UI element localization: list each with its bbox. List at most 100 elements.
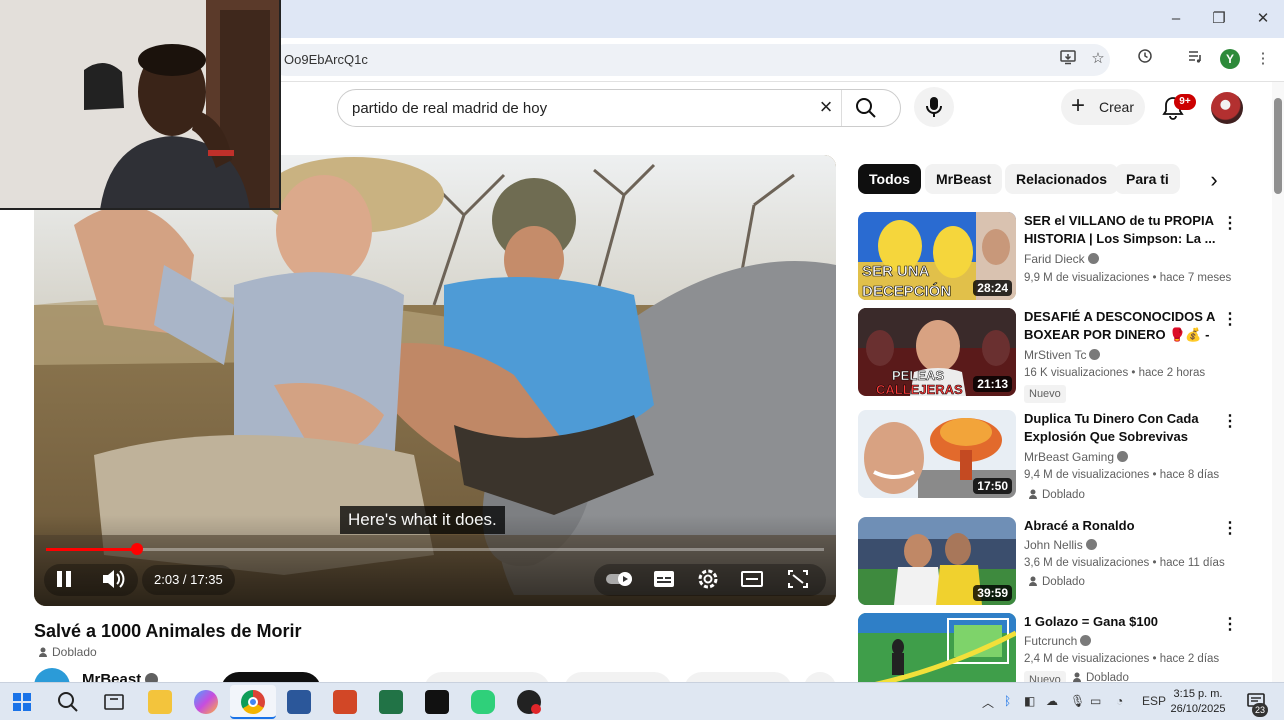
video-thumbnail[interactable]: 39:59: [858, 517, 1016, 605]
progress-bar[interactable]: [46, 543, 824, 555]
more-options-icon[interactable]: ⋮: [1222, 310, 1238, 330]
list-item[interactable]: 39:59 Abracé a Ronaldo John Nellis 3,6 M…: [858, 517, 1238, 609]
more-options-icon[interactable]: ⋮: [1222, 519, 1238, 539]
chevron-up-icon[interactable]: ︿: [982, 694, 994, 711]
wifi-icon[interactable]: ◔: [1116, 694, 1123, 708]
capcut-icon[interactable]: [425, 690, 449, 714]
clear-search-icon[interactable]: ×: [814, 96, 838, 120]
chip-para-ti[interactable]: Para ti: [1115, 164, 1180, 194]
whatsapp-icon[interactable]: [471, 690, 495, 714]
file-explorer-icon[interactable]: [148, 690, 172, 714]
search-icon[interactable]: [854, 96, 886, 120]
fullscreen-icon[interactable]: [786, 564, 810, 594]
onedrive-icon[interactable]: ☁: [1046, 694, 1058, 708]
thumbnail-image: [858, 613, 1016, 682]
history-icon[interactable]: [1134, 48, 1156, 70]
rec-video-title[interactable]: Abracé a Ronaldo: [1024, 517, 1220, 535]
rec-channel-text[interactable]: MrBeast Gaming: [1024, 450, 1114, 464]
rec-video-meta: 9,9 M de visualizaciones • hace 7 meses: [1024, 272, 1232, 284]
autoplay-toggle-icon[interactable]: [604, 564, 634, 594]
install-app-icon[interactable]: [1057, 48, 1079, 70]
more-options-icon[interactable]: ⋮: [1222, 615, 1238, 635]
video-duration: 39:59: [973, 585, 1012, 601]
chevron-right-icon[interactable]: ›: [1203, 168, 1225, 192]
rec-channel-name[interactable]: MrBeast Gaming: [1024, 450, 1129, 464]
rec-channel-name[interactable]: Futcrunch: [1024, 634, 1092, 648]
rec-channel-text[interactable]: John Nellis: [1024, 538, 1083, 552]
search-box[interactable]: partido de real madrid de hoy ×: [337, 89, 901, 127]
webcam-overlay: [0, 0, 281, 210]
page-scrollbar[interactable]: [1272, 82, 1284, 682]
list-item[interactable]: 1 Golazo = Gana $100 Futcrunch 2,4 M de …: [858, 613, 1238, 682]
volume-icon[interactable]: [100, 564, 126, 594]
chip-mrbeast[interactable]: MrBeast: [925, 164, 1003, 194]
browser-profile-avatar[interactable]: Y: [1220, 49, 1240, 69]
recording-app-icon[interactable]: [517, 690, 541, 714]
video-thumbnail[interactable]: [858, 613, 1016, 682]
system-clock[interactable]: 3:15 p. m. 26/10/2025: [1170, 687, 1226, 717]
svg-text:CALLEJERAS: CALLEJERAS: [876, 382, 963, 396]
bluetooth-icon[interactable]: ᛒ: [1004, 694, 1011, 708]
pause-icon[interactable]: [54, 564, 74, 594]
url-text[interactable]: Oo9EbArcQ1c: [284, 52, 368, 67]
windows-start-icon[interactable]: [10, 690, 34, 714]
chrome-icon[interactable]: [241, 690, 265, 714]
word-icon[interactable]: [287, 690, 311, 714]
plus-icon: +: [1071, 92, 1086, 119]
create-button[interactable]: + Crear: [1061, 89, 1145, 125]
task-view-icon[interactable]: [102, 690, 126, 714]
input-language[interactable]: ESP: [1142, 694, 1166, 708]
rec-channel-name[interactable]: MrStiven Tc: [1024, 348, 1101, 362]
minimize-icon[interactable]: –: [1164, 8, 1188, 30]
rec-video-meta: 9,4 M de visualizaciones • hace 8 días: [1024, 469, 1220, 481]
chip-relacionados[interactable]: Relacionados: [1005, 164, 1119, 194]
search-icon[interactable]: [56, 690, 80, 714]
windows-taskbar: ︿ ᛒ ◧ ☁ 🎙 ▭ ◔ ESP 3:15 p. m. 26/10/2025 …: [0, 682, 1284, 720]
rec-video-title[interactable]: Duplica Tu Dinero Con Cada Explosión Que…: [1024, 410, 1220, 446]
search-input[interactable]: partido de real madrid de hoy: [352, 100, 547, 117]
browser-menu-icon[interactable]: ⋮: [1252, 48, 1274, 70]
create-label: Crear: [1099, 99, 1135, 115]
list-item[interactable]: SER UNA DECEPCIÓN 28:24 SER el VILLANO d…: [858, 212, 1238, 304]
svg-text:PELEAS: PELEAS: [892, 368, 944, 383]
restore-icon[interactable]: ❐: [1207, 8, 1231, 30]
app-tray-icon[interactable]: ◧: [1024, 694, 1035, 708]
powerpoint-icon[interactable]: [333, 690, 357, 714]
bookmark-star-icon[interactable]: ☆: [1087, 48, 1109, 70]
rec-channel-name[interactable]: Farid Dieck: [1024, 252, 1099, 266]
list-item[interactable]: 17:50 Duplica Tu Dinero Con Cada Explosi…: [858, 410, 1238, 506]
rec-channel-text[interactable]: Futcrunch: [1024, 634, 1077, 648]
battery-icon[interactable]: ▭: [1090, 694, 1101, 708]
more-options-icon[interactable]: ⋮: [1222, 214, 1238, 234]
rec-video-title[interactable]: 1 Golazo = Gana $100: [1024, 613, 1220, 631]
subtitles-icon[interactable]: [652, 564, 676, 594]
video-player[interactable]: Here's what it does. 2:03 / 17:35: [34, 155, 836, 606]
media-queue-icon[interactable]: [1184, 48, 1206, 70]
copilot-icon[interactable]: [194, 690, 218, 714]
progress-scrubber[interactable]: [131, 543, 144, 555]
rec-video-title[interactable]: DESAFIÉ A DESCONOCIDOS A BOXEAR POR DINE…: [1024, 308, 1220, 344]
video-thumbnail[interactable]: SER UNA DECEPCIÓN 28:24: [858, 212, 1016, 300]
settings-gear-icon[interactable]: [696, 564, 720, 594]
microphone-tray-icon[interactable]: 🎙: [1070, 694, 1085, 708]
more-options-icon[interactable]: ⋮: [1222, 412, 1238, 432]
scrollbar-thumb[interactable]: [1274, 98, 1282, 194]
rec-channel-name[interactable]: John Nellis: [1024, 538, 1097, 552]
close-window-icon[interactable]: ✕: [1251, 8, 1275, 30]
theater-mode-icon[interactable]: [740, 564, 764, 594]
voice-search-button[interactable]: [914, 87, 954, 127]
clock-time: 3:15 p. m.: [1173, 688, 1223, 700]
verified-icon: [1117, 451, 1129, 462]
rec-video-title[interactable]: SER el VILLANO de tu PROPIA HISTORIA | L…: [1024, 212, 1220, 248]
chip-todos[interactable]: Todos: [858, 164, 921, 194]
notification-count: 23: [1252, 703, 1268, 717]
address-bar[interactable]: Oo9EbArcQ1c: [270, 44, 1110, 76]
video-thumbnail[interactable]: 17:50: [858, 410, 1016, 498]
rec-channel-text[interactable]: MrStiven Tc: [1024, 348, 1086, 362]
account-avatar[interactable]: [1211, 92, 1243, 124]
rec-channel-text[interactable]: Farid Dieck: [1024, 252, 1085, 266]
list-item[interactable]: PELEAS CALLEJERAS 21:13 DESAFIÉ A DESCON…: [858, 308, 1238, 404]
rec-dubbed-label: Doblado: [1028, 488, 1085, 501]
excel-icon[interactable]: [379, 690, 403, 714]
video-thumbnail[interactable]: PELEAS CALLEJERAS 21:13: [858, 308, 1016, 396]
